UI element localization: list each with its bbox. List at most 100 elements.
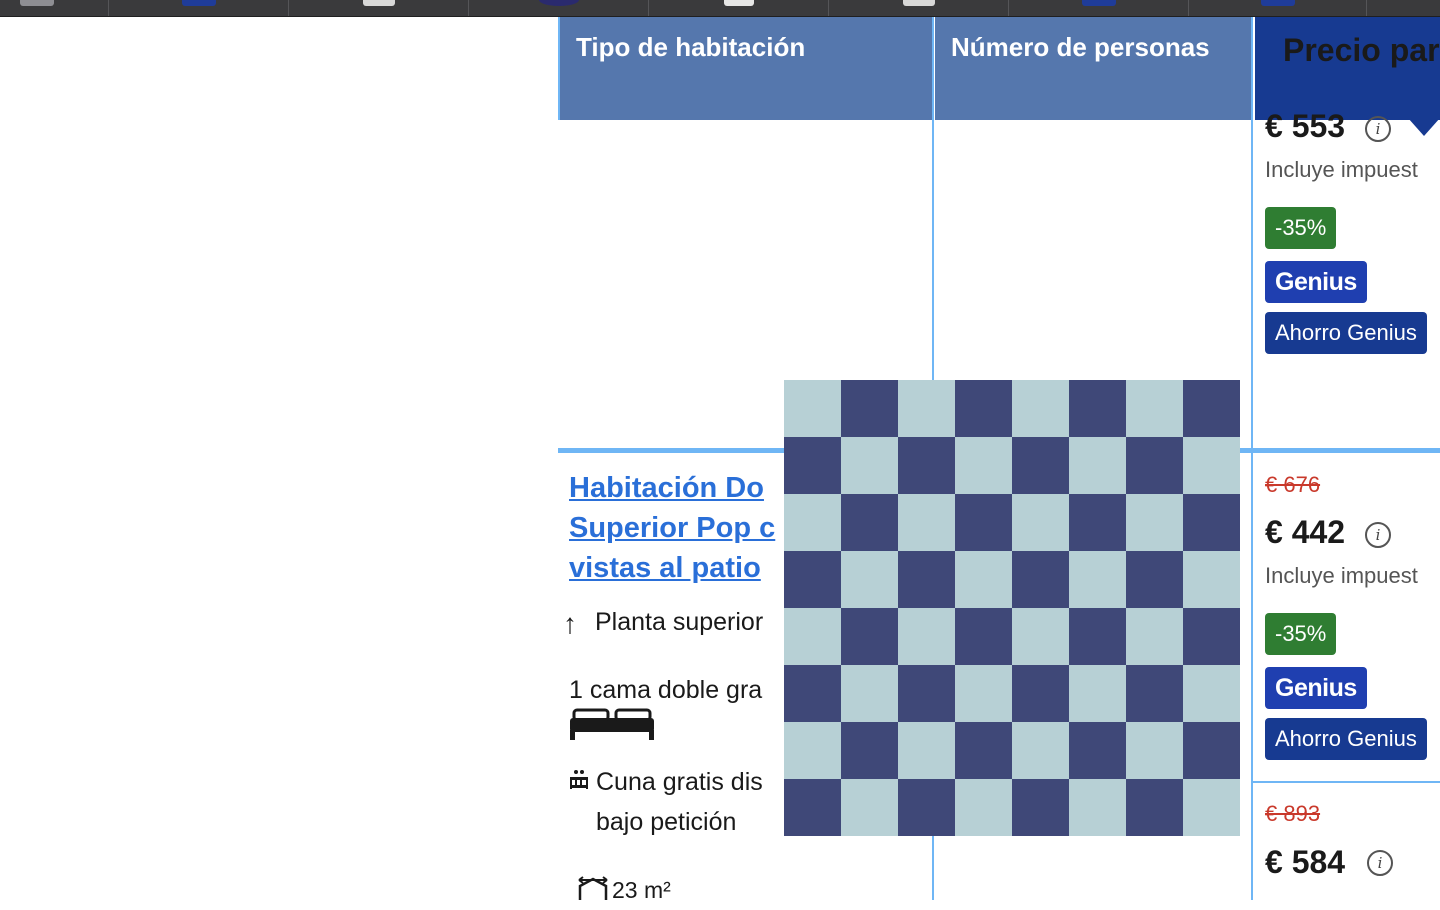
genius-saving-badge: Ahorro Genius <box>1265 312 1427 354</box>
price-current: € 442 <box>1265 514 1346 550</box>
bed-icon <box>570 708 654 740</box>
checkerboard-cell <box>1126 380 1183 437</box>
checkerboard-cell <box>784 665 841 722</box>
checkerboard-cell <box>955 608 1012 665</box>
checkerboard-cell <box>784 494 841 551</box>
checkerboard-cell <box>841 608 898 665</box>
checkerboard-cell <box>898 608 955 665</box>
tab-favicon-icon <box>181 0 216 6</box>
checkerboard-cell <box>1012 779 1069 836</box>
room-crib: bajo petición <box>596 808 737 836</box>
discount-badge: -35% <box>1265 207 1337 249</box>
price-original: € 676 <box>1265 472 1321 497</box>
genius-logo: Genius <box>1265 667 1367 709</box>
checkerboard-cell <box>955 665 1012 722</box>
browser-tab[interactable] <box>829 0 1009 16</box>
checkerboard-cell <box>1183 380 1240 437</box>
column-header-price[interactable]: Precio para <box>1255 17 1440 120</box>
checkerboard-cell <box>1012 437 1069 494</box>
room-size: 23 m² <box>612 877 671 903</box>
taxes-note: Incluye impuest <box>1265 563 1418 588</box>
checkerboard-cell <box>1069 779 1126 836</box>
checkerboard-cell <box>1126 608 1183 665</box>
checkerboard-cell <box>1012 722 1069 779</box>
sort-caret-icon <box>1408 118 1440 136</box>
room-crib: Cuna gratis dis <box>596 768 763 796</box>
tab-favicon-icon <box>1260 0 1295 6</box>
checkerboard-cell <box>784 437 841 494</box>
checkerboard-cell <box>1126 722 1183 779</box>
price-current: € 584 <box>1265 844 1346 880</box>
checkerboard-cell <box>1069 494 1126 551</box>
checkerboard-cell <box>841 380 898 437</box>
tab-favicon-icon <box>723 0 754 6</box>
checkerboard-cell <box>1069 665 1126 722</box>
row-divider <box>1251 781 1440 783</box>
checkerboard-cell <box>955 437 1012 494</box>
tab-favicon-icon <box>902 0 935 6</box>
tab-favicon-icon <box>20 0 54 6</box>
checkerboard-cell <box>898 722 955 779</box>
checkerboard-cell <box>1069 722 1126 779</box>
checkerboard-cell <box>955 380 1012 437</box>
checkerboard-cell <box>1126 665 1183 722</box>
checkerboard-cell <box>1183 779 1240 836</box>
size-icon <box>578 876 608 900</box>
checkerboard-cell <box>841 551 898 608</box>
genius-saving-badge: Ahorro Genius <box>1265 718 1427 760</box>
browser-tab[interactable] <box>1009 0 1189 16</box>
checkerboard-cell <box>1183 551 1240 608</box>
checkerboard-cell <box>1069 380 1126 437</box>
checkerboard-cell <box>1012 380 1069 437</box>
info-icon[interactable]: i <box>1365 522 1391 548</box>
checkerboard-cell <box>955 494 1012 551</box>
browser-tab[interactable] <box>1367 0 1440 16</box>
checkerboard-cell <box>841 665 898 722</box>
checkerboard-cell <box>955 551 1012 608</box>
checkerboard-cell <box>784 779 841 836</box>
price-original: € 893 <box>1265 801 1321 826</box>
checkerboard-cell <box>1126 779 1183 836</box>
checkerboard-cell <box>1069 608 1126 665</box>
browser-tab[interactable] <box>289 0 469 16</box>
checkerboard-cell <box>1183 722 1240 779</box>
checkerboard-cell <box>1126 437 1183 494</box>
browser-tab[interactable] <box>469 0 649 16</box>
browser-tab-strip <box>0 0 1440 17</box>
info-icon[interactable]: i <box>1365 116 1391 142</box>
info-icon[interactable]: i <box>1367 850 1393 876</box>
image-placeholder-checkerboard <box>784 380 1240 836</box>
column-header-guests[interactable]: Número de personas <box>935 17 1253 120</box>
genius-logo: Genius <box>1265 261 1367 303</box>
checkerboard-cell <box>784 551 841 608</box>
room-floor: Planta superior <box>595 608 764 636</box>
checkerboard-cell <box>1069 437 1126 494</box>
checkerboard-cell <box>898 551 955 608</box>
column-header-room-type[interactable]: Tipo de habitación <box>560 17 933 120</box>
column-divider <box>1251 17 1253 900</box>
checkerboard-cell <box>1183 437 1240 494</box>
crib-icon <box>570 770 588 789</box>
room-bed: 1 cama doble gra <box>569 676 763 704</box>
checkerboard-cell <box>784 722 841 779</box>
browser-tab[interactable] <box>649 0 829 16</box>
browser-tab[interactable] <box>109 0 289 16</box>
column-divider <box>558 17 560 120</box>
tab-favicon-icon <box>362 0 395 6</box>
taxes-note: Incluye impuest <box>1265 157 1418 182</box>
tab-favicon-icon <box>538 0 579 6</box>
checkerboard-cell <box>1012 608 1069 665</box>
arrow-up-icon: ↑ <box>563 608 577 639</box>
checkerboard-cell <box>898 779 955 836</box>
checkerboard-cell <box>1012 551 1069 608</box>
checkerboard-cell <box>784 380 841 437</box>
checkerboard-cell <box>841 722 898 779</box>
checkerboard-cell <box>1012 494 1069 551</box>
checkerboard-cell <box>898 437 955 494</box>
discount-badge: -35% <box>1265 613 1337 655</box>
browser-tab[interactable] <box>1189 0 1367 16</box>
browser-tab[interactable] <box>0 0 109 16</box>
checkerboard-cell <box>955 779 1012 836</box>
checkerboard-cell <box>1012 665 1069 722</box>
checkerboard-cell <box>898 380 955 437</box>
